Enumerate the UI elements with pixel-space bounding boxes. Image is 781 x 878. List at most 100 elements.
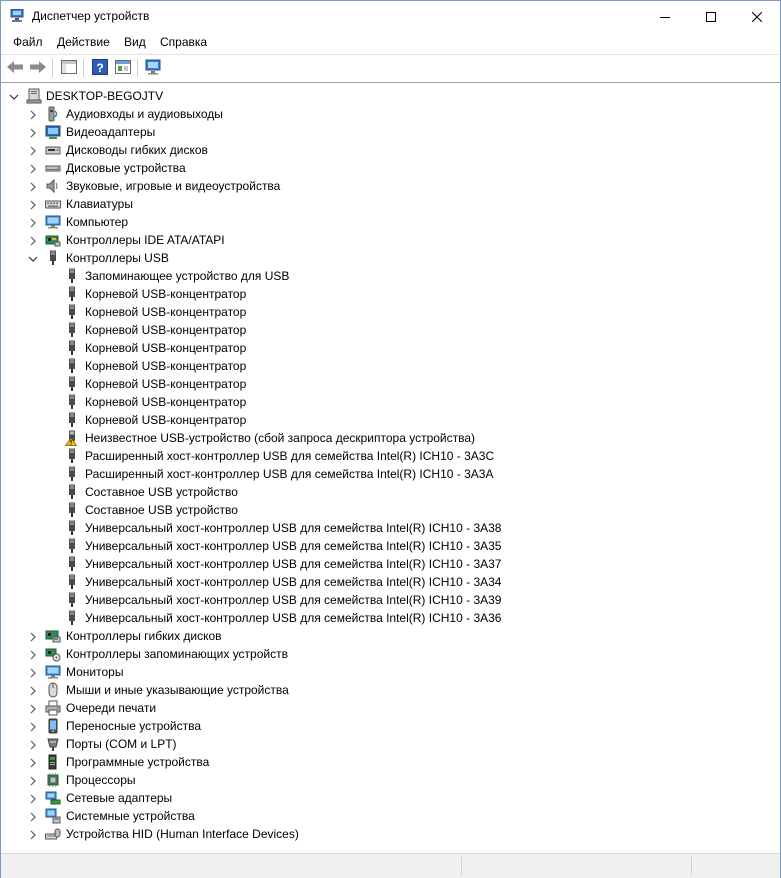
tree-category-item[interactable]: Клавиатуры <box>1 195 761 213</box>
tree-device-item[interactable]: Составное USB устройство <box>1 501 761 519</box>
tree-item-label[interactable]: Переносные устройства <box>66 719 201 733</box>
tree-device-item[interactable]: Корневой USB-концентратор <box>1 303 761 321</box>
back-button[interactable] <box>5 58 25 78</box>
tree-item-label[interactable]: Корневой USB-концентратор <box>85 377 246 391</box>
expand-right-arrow-icon[interactable] <box>28 631 38 642</box>
tree-device-item[interactable]: Универсальный хост-контроллер USB для се… <box>1 555 761 573</box>
tree-category-item[interactable]: Контроллеры запоминающих устройств <box>1 645 761 663</box>
tree-device-item[interactable]: Корневой USB-концентратор <box>1 285 761 303</box>
expand-right-arrow-icon[interactable] <box>28 685 38 696</box>
tree-item-label[interactable]: Системные устройства <box>66 809 195 823</box>
expand-right-arrow-icon[interactable] <box>28 703 38 714</box>
menu-help[interactable]: Справка <box>160 35 207 49</box>
expand-right-arrow-icon[interactable] <box>28 649 38 660</box>
tree-category-item[interactable]: Очереди печати <box>1 699 761 717</box>
expand-down-arrow-icon[interactable] <box>28 253 38 263</box>
expand-down-arrow-icon[interactable] <box>9 91 19 101</box>
expand-right-arrow-icon[interactable] <box>28 127 38 138</box>
tree-item-label[interactable]: Порты (COM и LPT) <box>66 737 177 751</box>
tree-item-label[interactable]: Устройства HID (Human Interface Devices) <box>66 827 299 841</box>
tree-item-label[interactable]: Очереди печати <box>66 701 156 715</box>
tree-device-item[interactable]: Запоминающее устройство для USB <box>1 267 761 285</box>
tree-category-item[interactable]: Звуковые, игровые и видеоустройства <box>1 177 761 195</box>
tree-item-label[interactable]: Универсальный хост-контроллер USB для се… <box>85 593 501 607</box>
tree-item-label[interactable]: Процессоры <box>66 773 136 787</box>
tree-item-label[interactable]: Видеоадаптеры <box>66 125 155 139</box>
properties-button[interactable] <box>113 58 133 78</box>
tree-device-item[interactable]: Неизвестное USB-устройство (сбой запроса… <box>1 429 761 447</box>
tree-item-label[interactable]: Корневой USB-концентратор <box>85 359 246 373</box>
tree-device-item[interactable]: Расширенный хост-контроллер USB для семе… <box>1 465 761 483</box>
scan-hardware-button[interactable] <box>144 58 164 78</box>
tree-item-label[interactable]: Универсальный хост-контроллер USB для се… <box>85 539 501 553</box>
tree-device-item[interactable]: Корневой USB-концентратор <box>1 411 761 429</box>
tree-item-label[interactable]: Корневой USB-концентратор <box>85 341 246 355</box>
tree-item-label[interactable]: Корневой USB-концентратор <box>85 305 246 319</box>
tree-item-label[interactable]: Дисководы гибких дисков <box>66 143 208 157</box>
tree-item-label[interactable]: Составное USB устройство <box>85 485 238 499</box>
tree-item-label[interactable]: Мыши и иные указывающие устройства <box>66 683 289 697</box>
expand-right-arrow-icon[interactable] <box>28 757 38 768</box>
tree-device-item[interactable]: Универсальный хост-контроллер USB для се… <box>1 609 761 627</box>
tree-item-label[interactable]: Универсальный хост-контроллер USB для се… <box>85 575 501 589</box>
tree-item-label[interactable]: Аудиовходы и аудиовыходы <box>66 107 223 121</box>
expand-right-arrow-icon[interactable] <box>28 199 38 210</box>
tree-item-label[interactable]: Расширенный хост-контроллер USB для семе… <box>85 467 493 481</box>
tree-item-label[interactable]: Корневой USB-концентратор <box>85 395 246 409</box>
tree-device-item[interactable]: Универсальный хост-контроллер USB для се… <box>1 591 761 609</box>
tree-item-label[interactable]: Контроллеры USB <box>66 251 169 265</box>
close-button[interactable] <box>734 1 780 32</box>
tree-item-label[interactable]: Расширенный хост-контроллер USB для семе… <box>85 449 494 463</box>
tree-root-computer[interactable]: DESKTOP-BEGOJTV <box>1 87 761 105</box>
tree-item-label[interactable]: Составное USB устройство <box>85 503 238 517</box>
tree-category-item[interactable]: Дисководы гибких дисков <box>1 141 761 159</box>
tree-category-item[interactable]: Контроллеры IDE ATA/ATAPI <box>1 231 761 249</box>
tree-item-label[interactable]: Контроллеры IDE ATA/ATAPI <box>66 233 225 247</box>
expand-right-arrow-icon[interactable] <box>28 829 38 840</box>
tree-item-label[interactable]: Клавиатуры <box>66 197 133 211</box>
tree-device-item[interactable]: Расширенный хост-контроллер USB для семе… <box>1 447 761 465</box>
tree-item-label[interactable]: Контроллеры гибких дисков <box>66 629 222 643</box>
tree-item-label[interactable]: Запоминающее устройство для USB <box>85 269 289 283</box>
tree-item-label[interactable]: Сетевые адаптеры <box>66 791 172 805</box>
tree-category-item[interactable]: Порты (COM и LPT) <box>1 735 761 753</box>
maximize-button[interactable] <box>688 1 734 32</box>
expand-right-arrow-icon[interactable] <box>28 775 38 786</box>
menu-view[interactable]: Вид <box>124 35 146 49</box>
tree-item-label[interactable]: Универсальный хост-контроллер USB для се… <box>85 521 501 535</box>
tree-category-item[interactable]: Контроллеры USB <box>1 249 761 267</box>
tree-category-item[interactable]: Переносные устройства <box>1 717 761 735</box>
menu-action[interactable]: Действие <box>57 35 110 49</box>
tree-category-item[interactable]: Мониторы <box>1 663 761 681</box>
minimize-button[interactable] <box>642 1 688 32</box>
tree-category-item[interactable]: Системные устройства <box>1 807 761 825</box>
tree-device-item[interactable]: Корневой USB-концентратор <box>1 375 761 393</box>
tree-item-label[interactable]: Контроллеры запоминающих устройств <box>66 647 288 661</box>
tree-device-item[interactable]: Универсальный хост-контроллер USB для се… <box>1 519 761 537</box>
expand-right-arrow-icon[interactable] <box>28 667 38 678</box>
tree-category-item[interactable]: Программные устройства <box>1 753 761 771</box>
show-hide-console-tree-button[interactable] <box>59 58 79 78</box>
tree-category-item[interactable]: Видеоадаптеры <box>1 123 761 141</box>
expand-right-arrow-icon[interactable] <box>28 739 38 750</box>
tree-category-item[interactable]: Устройства HID (Human Interface Devices) <box>1 825 761 843</box>
tree-item-label[interactable]: Дисковые устройства <box>66 161 186 175</box>
tree-category-item[interactable]: Сетевые адаптеры <box>1 789 761 807</box>
tree-device-item[interactable]: Универсальный хост-контроллер USB для се… <box>1 537 761 555</box>
tree-item-label[interactable]: Неизвестное USB-устройство (сбой запроса… <box>85 431 475 445</box>
tree-item-label[interactable]: Компьютер <box>66 215 128 229</box>
expand-right-arrow-icon[interactable] <box>28 235 38 246</box>
tree-device-item[interactable]: Корневой USB-концентратор <box>1 393 761 411</box>
tree-device-item[interactable]: Корневой USB-концентратор <box>1 339 761 357</box>
expand-right-arrow-icon[interactable] <box>28 145 38 156</box>
menu-file[interactable]: Файл <box>13 35 43 49</box>
tree-category-item[interactable]: Аудиовходы и аудиовыходы <box>1 105 761 123</box>
expand-right-arrow-icon[interactable] <box>28 793 38 804</box>
tree-item-label[interactable]: Универсальный хост-контроллер USB для се… <box>85 557 501 571</box>
expand-right-arrow-icon[interactable] <box>28 109 38 120</box>
expand-right-arrow-icon[interactable] <box>28 181 38 192</box>
help-button[interactable]: ? <box>90 58 110 78</box>
tree-item-label[interactable]: Корневой USB-концентратор <box>85 413 246 427</box>
expand-right-arrow-icon[interactable] <box>28 721 38 732</box>
tree-device-item[interactable]: Универсальный хост-контроллер USB для се… <box>1 573 761 591</box>
